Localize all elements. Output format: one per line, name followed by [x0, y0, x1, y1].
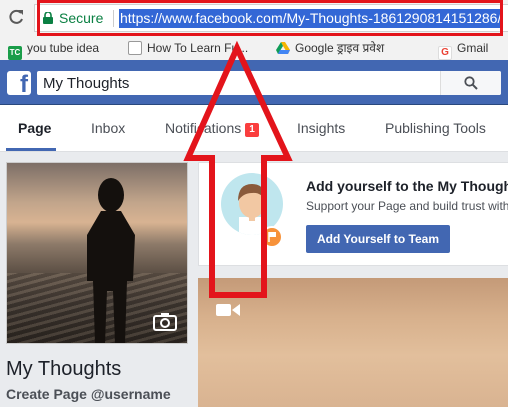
tab-page[interactable]: Page — [18, 120, 51, 136]
flag-icon — [261, 226, 283, 248]
bookmarks-bar: TC you tube idea How To Learn Fu... Googl… — [0, 36, 508, 61]
tab-insights[interactable]: Insights — [297, 120, 345, 136]
page-title: My Thoughts — [6, 358, 122, 380]
profile-picture[interactable] — [6, 162, 188, 344]
create-username-link[interactable]: Create Page @username — [6, 386, 171, 402]
bookmark-label: How To Learn Fu... — [147, 41, 249, 55]
cover-area[interactable] — [198, 278, 508, 407]
bookmark-how-to-learn[interactable]: How To Learn Fu... — [128, 40, 248, 56]
facebook-logo-icon[interactable]: f — [7, 71, 31, 98]
tab-notifications-label: Notifications — [165, 120, 242, 136]
reload-icon[interactable] — [6, 7, 26, 27]
drive-icon — [276, 42, 290, 54]
card-title: Add yourself to the My Thoughts Page — [306, 178, 508, 194]
bookmark-label: Google ड्राइव प्रवेश — [295, 41, 385, 55]
tab-notifications[interactable]: Notifications 1 — [165, 120, 259, 137]
bookmark-google-drive[interactable]: Google ड्राइव प्रवेश — [276, 40, 384, 56]
tab-inbox[interactable]: Inbox — [91, 120, 125, 136]
google-icon: G — [438, 46, 452, 60]
search-button[interactable] — [440, 71, 501, 95]
search-box — [37, 71, 501, 95]
tc-icon: TC — [8, 46, 22, 60]
active-tab-indicator — [6, 148, 56, 151]
page-tabs: Page Inbox Notifications 1 Insights Publi… — [0, 105, 508, 152]
card-subtitle: Support your Page and build trust with — [306, 199, 508, 213]
search-input[interactable] — [37, 71, 459, 95]
annotation-highlight-box — [37, 0, 503, 36]
bookmark-gmail[interactable]: G Gmail — [438, 40, 489, 60]
bookmark-youtube-idea[interactable]: TC you tube idea — [8, 40, 100, 60]
facebook-header: f — [0, 60, 508, 105]
notification-badge: 1 — [245, 123, 259, 137]
bookmark-label: Gmail — [457, 41, 489, 55]
bookmark-label: you tube idea — [27, 41, 100, 55]
page-icon — [128, 41, 142, 55]
camera-icon[interactable] — [153, 313, 177, 331]
add-yourself-to-team-button[interactable]: Add Yourself to Team — [306, 225, 450, 253]
search-icon — [464, 76, 478, 90]
tab-publishing-tools[interactable]: Publishing Tools — [385, 120, 486, 136]
video-camera-icon[interactable] — [216, 302, 240, 318]
add-yourself-card: Add yourself to the My Thoughts Page Sup… — [198, 162, 508, 266]
